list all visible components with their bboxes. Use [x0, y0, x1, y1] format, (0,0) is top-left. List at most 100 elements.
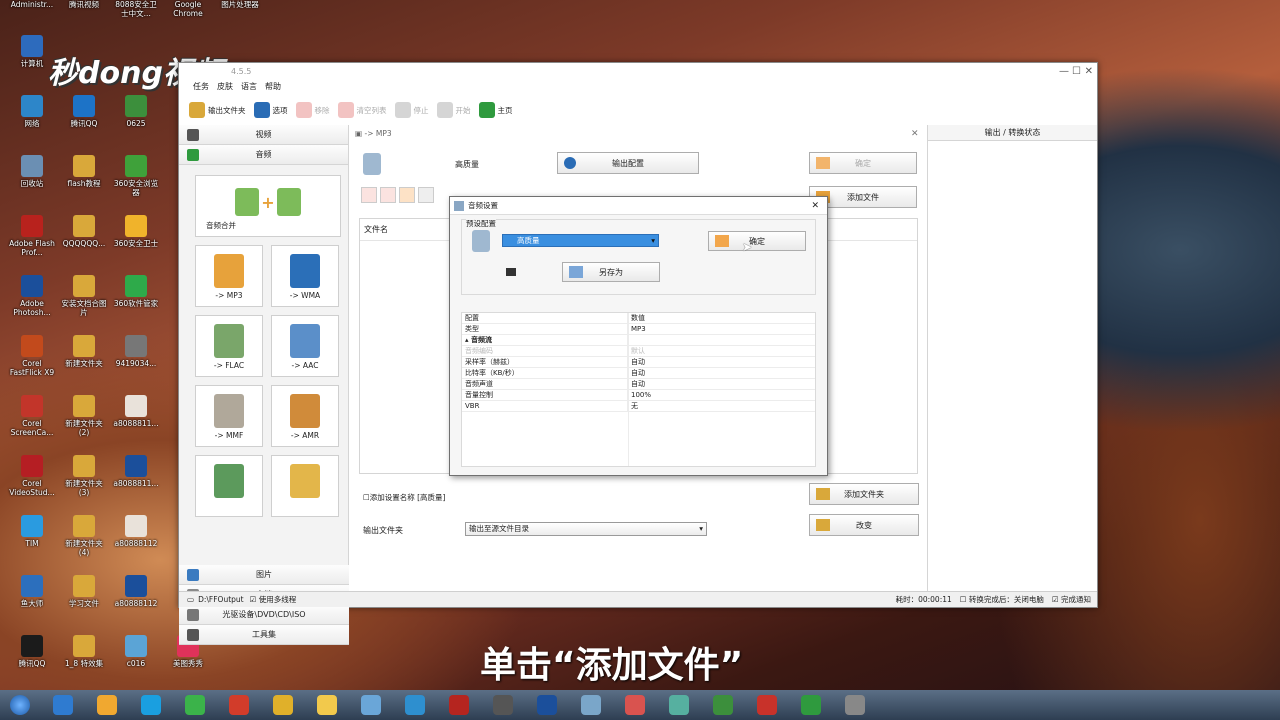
desktop-icon-label[interactable]: Administr...: [8, 0, 56, 9]
desktop-icon[interactable]: a8088811...: [112, 395, 160, 428]
notify-checkbox[interactable]: ☑ 完成通知: [1052, 594, 1091, 605]
menu-item[interactable]: 皮肤: [217, 82, 233, 91]
change-button[interactable]: 改变: [809, 514, 919, 536]
menu-item[interactable]: 任务: [193, 82, 209, 91]
desktop-icon[interactable]: 回收站: [8, 155, 56, 188]
category-item[interactable]: 光驱设备\DVD\CD\ISO: [179, 605, 349, 625]
desktop-icon[interactable]: 新建文件夹: [60, 335, 108, 368]
taskbar-app[interactable]: [132, 692, 170, 718]
taskbar-app[interactable]: [616, 692, 654, 718]
toolbar-button[interactable]: 选项: [253, 102, 288, 118]
format-tile[interactable]: -> AMR: [271, 385, 339, 447]
toolbar-button[interactable]: 移除: [295, 102, 330, 118]
desktop-icon[interactable]: a80888112: [112, 515, 160, 548]
grid-row[interactable]: 音频声道 自动: [462, 379, 815, 390]
desktop-icon[interactable]: 腾讯QQ: [8, 635, 56, 668]
desktop-icon[interactable]: 腾讯QQ: [60, 95, 108, 128]
taskbar-app[interactable]: [792, 692, 830, 718]
desktop-icon[interactable]: a8088811...: [112, 455, 160, 488]
dialog-close-icon[interactable]: ✕: [811, 197, 819, 215]
add-setting-checkbox[interactable]: ☐添加设置名称 [高质量]: [363, 492, 445, 503]
category-item[interactable]: 音频: [179, 145, 348, 165]
desktop-icon[interactable]: flash教程: [60, 155, 108, 188]
settings-grid[interactable]: 配置 数值 类型 MP3 ▴ 音频流 音频编码 默认 采样率（赫兹） 自动 比特率（KB/…: [461, 312, 816, 467]
desktop-icon[interactable]: 9419034...: [112, 335, 160, 368]
close-icon[interactable]: ✕: [1085, 66, 1093, 77]
taskbar-app[interactable]: [836, 692, 874, 718]
preset-select[interactable]: 高质量 ▾: [502, 234, 659, 247]
taskbar-app[interactable]: [704, 692, 742, 718]
taskbar-app[interactable]: [264, 692, 302, 718]
taskbar-app[interactable]: [748, 692, 786, 718]
desktop-icon[interactable]: a80888112: [112, 575, 160, 608]
taskbar-app[interactable]: [660, 692, 698, 718]
taskbar-app[interactable]: [440, 692, 478, 718]
grid-row[interactable]: 音量控制 100%: [462, 390, 815, 401]
taskbar-app[interactable]: [352, 692, 390, 718]
desktop-icon[interactable]: 1_8 特效集: [60, 635, 108, 668]
shutdown-checkbox[interactable]: ☐ 转换完成后：关闭电脑: [960, 594, 1044, 605]
desktop-icon[interactable]: 新建文件夹 (3): [60, 455, 108, 497]
grid-row[interactable]: 类型 MP3: [462, 324, 815, 335]
format-tile[interactable]: [195, 455, 263, 517]
category-item[interactable]: 工具集: [179, 625, 349, 645]
desktop-icon[interactable]: 网络: [8, 95, 56, 128]
panel-tab[interactable]: ▣ -> MP3: [355, 129, 392, 138]
toolbar-button[interactable]: 停止: [394, 102, 429, 118]
desktop-icon[interactable]: QQQQQQ...: [60, 215, 108, 248]
output-config-button[interactable]: 输出配置: [557, 152, 699, 174]
add-folder-button[interactable]: 添加文件夹: [809, 483, 919, 505]
taskbar-app[interactable]: [528, 692, 566, 718]
toolbar-button[interactable]: 清空列表: [337, 102, 387, 118]
desktop-icon[interactable]: 安装文档合图片: [60, 275, 108, 317]
grid-row[interactable]: ▴ 音频流: [462, 335, 815, 346]
output-folder-select[interactable]: 输出至源文件目录 ▾: [465, 522, 707, 536]
toolbar-button[interactable]: 主页: [478, 102, 513, 118]
desktop-icon[interactable]: Corel ScreenCa...: [8, 395, 56, 437]
desktop-icon[interactable]: 360安全浏览器: [112, 155, 160, 197]
save-as-button[interactable]: 另存为: [562, 262, 660, 282]
ok-button-disabled[interactable]: 确定: [809, 152, 917, 174]
desktop-icon[interactable]: 鱼大师: [8, 575, 56, 608]
taskbar-app[interactable]: [220, 692, 258, 718]
audio-settings-dialog[interactable]: 音频设置 ✕ 预设配置 高质量 ▾ 确定 另存为 配置 数值 类型 MP3 ▴ 音频流 …: [449, 196, 828, 476]
start-button[interactable]: [2, 692, 38, 718]
desktop-icon[interactable]: Adobe Flash Prof...: [8, 215, 56, 257]
format-tile[interactable]: -> WMA: [271, 245, 339, 307]
grid-row[interactable]: 比特率（KB/秒） 自动: [462, 368, 815, 379]
menu-item[interactable]: 帮助: [265, 82, 281, 91]
info-icon[interactable]: [418, 187, 434, 203]
format-tile[interactable]: -> MMF: [195, 385, 263, 447]
desktop-icon[interactable]: 新建文件夹 (2): [60, 395, 108, 437]
category-item[interactable]: 视频: [179, 125, 348, 145]
grid-row[interactable]: 音频编码 默认: [462, 346, 815, 357]
menu-item[interactable]: 语言: [241, 82, 257, 91]
desktop-icon[interactable]: 学习文件: [60, 575, 108, 608]
desktop-icon-label[interactable]: 图片处理器: [216, 0, 264, 9]
toolbar-button[interactable]: 开始: [436, 102, 471, 118]
desktop-icon[interactable]: 360软件管家: [112, 275, 160, 308]
preset-ok-button[interactable]: 确定: [708, 231, 806, 251]
desktop-icon[interactable]: Corel FastFlick X9: [8, 335, 56, 377]
format-tile[interactable]: [271, 455, 339, 517]
format-tile[interactable]: -> FLAC: [195, 315, 263, 377]
toolbar-button[interactable]: 输出文件夹: [189, 102, 246, 118]
category-item[interactable]: 图片: [179, 565, 349, 585]
taskbar-app[interactable]: [484, 692, 522, 718]
desktop-icon-label[interactable]: 8088安全卫士中文...: [112, 0, 160, 18]
desktop-icon-label[interactable]: Google Chrome: [164, 0, 212, 18]
format-tile[interactable]: -> AAC: [271, 315, 339, 377]
taskbar-app[interactable]: [44, 692, 82, 718]
taskbar-app[interactable]: [88, 692, 126, 718]
desktop-icon[interactable]: TIM: [8, 515, 56, 548]
format-tile[interactable]: -> MP3: [195, 245, 263, 307]
minimize-icon[interactable]: —: [1059, 66, 1069, 77]
taskbar-app[interactable]: [396, 692, 434, 718]
desktop-icon[interactable]: 0625: [112, 95, 160, 128]
desktop-icon[interactable]: c016: [112, 635, 160, 668]
taskbar-app[interactable]: [572, 692, 610, 718]
remove-icon[interactable]: [361, 187, 377, 203]
grid-row[interactable]: VBR 无: [462, 401, 815, 412]
multithread-checkbox[interactable]: ☑ 使用多线程: [250, 594, 297, 605]
grid-row[interactable]: 采样率（赫兹） 自动: [462, 357, 815, 368]
